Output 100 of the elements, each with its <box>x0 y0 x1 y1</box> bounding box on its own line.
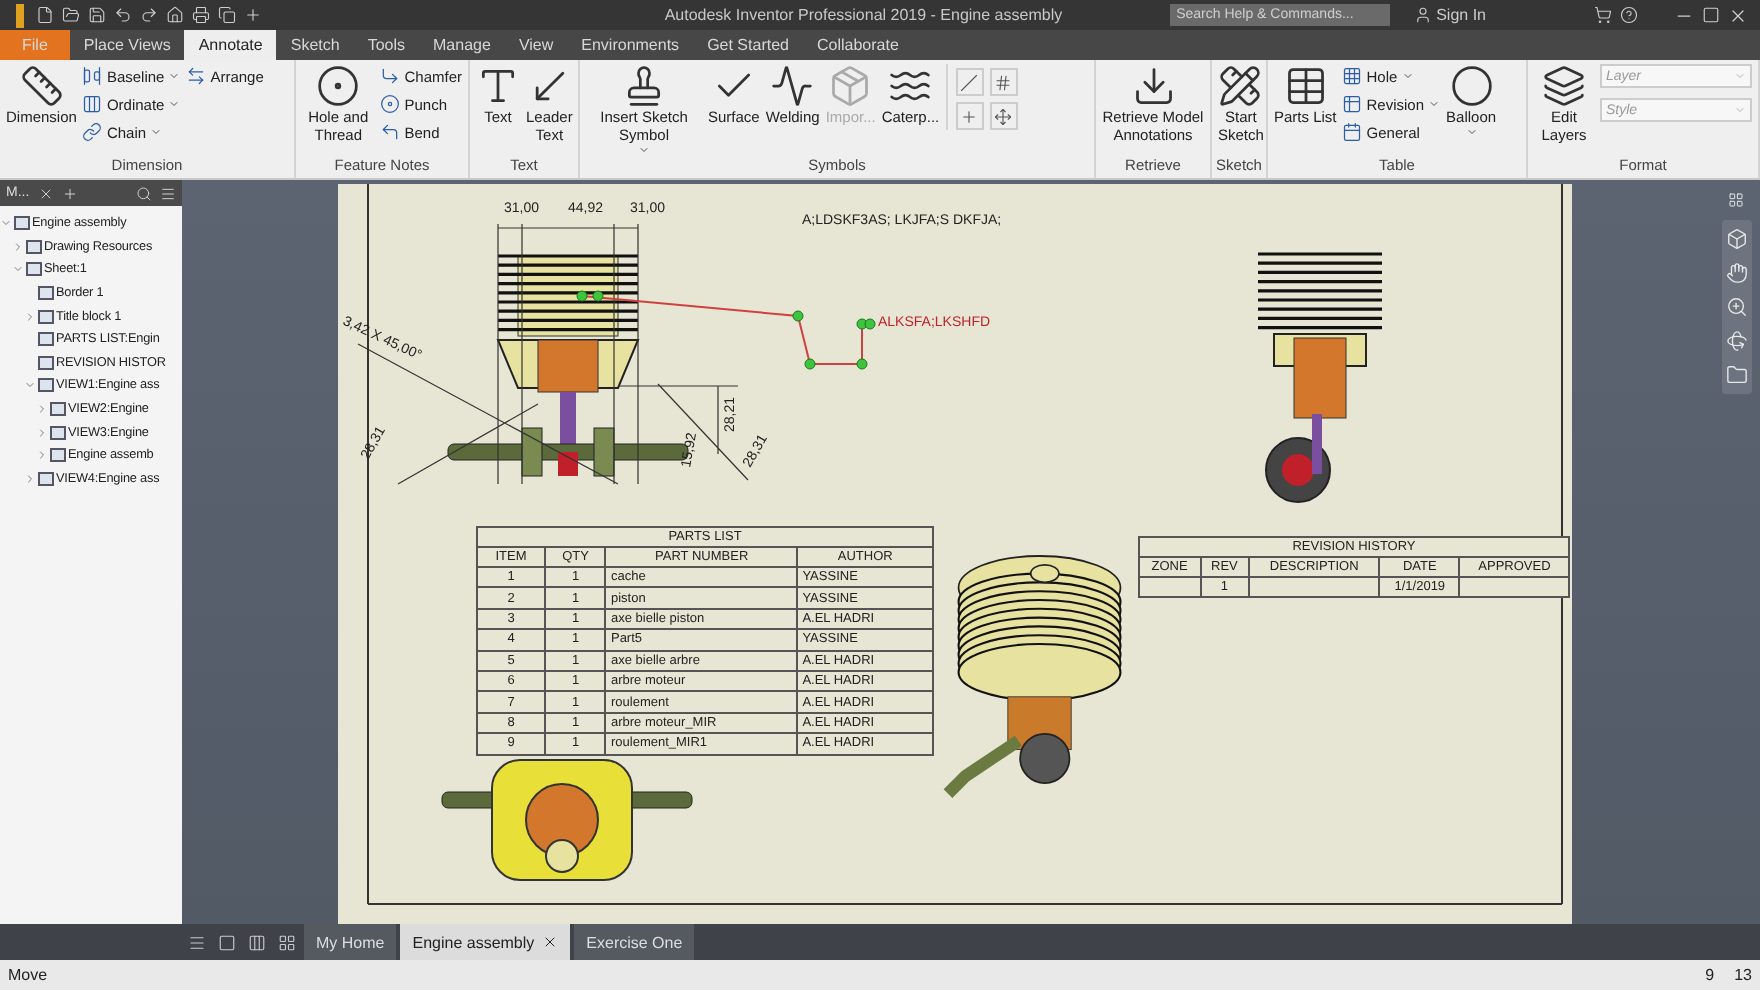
nav-button[interactable] <box>1725 364 1747 386</box>
node-icon <box>50 448 66 463</box>
toolbar-button[interactable] <box>218 6 236 24</box>
toolbar-button[interactable] <box>140 6 158 24</box>
node-icon <box>26 262 42 277</box>
add-button[interactable] <box>61 185 78 201</box>
save-icon <box>88 6 106 24</box>
grid-icon <box>1342 66 1363 86</box>
node-icon <box>38 309 54 324</box>
diagonal-line-icon <box>960 73 979 91</box>
close-button[interactable] <box>1728 5 1748 25</box>
pan-icon <box>1725 262 1747 284</box>
document-tab[interactable]: Exercise One <box>574 924 695 960</box>
toolbar-button[interactable] <box>1620 6 1638 24</box>
download-icon <box>1131 64 1175 108</box>
close-icon <box>1728 5 1748 25</box>
menu-icon <box>160 185 176 201</box>
ribbon-tab[interactable]: Tools <box>353 30 420 60</box>
status-count: 13 <box>1734 966 1752 984</box>
search-icon <box>136 185 152 201</box>
layout-icon <box>278 933 296 951</box>
ribbon-tab[interactable]: Collaborate <box>802 30 913 60</box>
document-tab[interactable]: My Home <box>304 924 397 960</box>
node-icon <box>38 378 54 393</box>
toolbar-button[interactable] <box>114 6 132 24</box>
toolbar-button[interactable] <box>166 6 184 24</box>
toolbar-button[interactable] <box>88 6 106 24</box>
caret-icon <box>1734 104 1746 116</box>
caret-icon <box>1465 126 1478 138</box>
chevron-right-icon <box>24 309 36 324</box>
chevron-down-icon <box>24 378 36 393</box>
user-icon <box>1414 6 1433 24</box>
status-count: 9 <box>1705 966 1715 984</box>
layers-icon <box>1542 64 1586 108</box>
corner-icon <box>380 122 401 142</box>
sign-in-button[interactable]: Sign In <box>1414 6 1486 24</box>
corner-icon <box>380 66 401 86</box>
disc-icon <box>380 94 401 114</box>
table-cell <box>1139 577 1201 598</box>
folder-icon <box>62 6 80 24</box>
window-title: Autodesk Inventor Professional 2019 - Engine assembly <box>664 6 1063 24</box>
caret-icon <box>1401 70 1414 82</box>
ribbon-icon-button[interactable] <box>989 68 1018 96</box>
pencil-icon <box>1218 64 1263 108</box>
ribbon-tab[interactable]: Environments <box>567 30 694 60</box>
table-icon <box>1342 94 1363 114</box>
layout-icon <box>218 933 236 951</box>
ribbon-tab[interactable]: Manage <box>419 30 505 60</box>
move-icon <box>994 107 1013 125</box>
ribbon-tab[interactable]: Place Views <box>69 30 185 60</box>
node-icon <box>50 425 66 440</box>
node-icon <box>14 216 30 231</box>
toolbar-button[interactable] <box>36 6 54 24</box>
nav-button[interactable] <box>1725 262 1747 284</box>
node-icon <box>38 355 54 370</box>
ribbon-icon-button[interactable] <box>989 102 1018 130</box>
print-icon <box>192 6 210 24</box>
folder-icon <box>1725 364 1747 386</box>
layout-icon <box>248 933 266 951</box>
nav-button[interactable] <box>1725 228 1747 250</box>
app-logo-icon <box>12 3 28 27</box>
caret-icon <box>638 144 650 156</box>
calendar-icon <box>1342 122 1363 142</box>
nav-button[interactable] <box>1725 296 1747 318</box>
caret-icon <box>1428 98 1441 110</box>
letter-icon <box>476 64 520 108</box>
chain-icon <box>82 122 103 142</box>
arrows-icon <box>186 66 207 86</box>
toolbar-button[interactable] <box>1594 6 1612 24</box>
caret-icon <box>168 70 181 82</box>
table-cell <box>1248 577 1380 598</box>
plus-icon <box>61 185 78 201</box>
search-button[interactable] <box>136 185 152 201</box>
redo-icon <box>140 6 158 24</box>
toolbar-button[interactable] <box>192 6 210 24</box>
ribbon-tab[interactable]: Annotate <box>184 30 277 60</box>
target-icon <box>316 64 361 108</box>
restore-icon <box>1702 6 1720 24</box>
menu-button[interactable] <box>160 185 176 201</box>
caret-icon <box>168 98 181 110</box>
restore-button[interactable] <box>1702 6 1720 24</box>
ribbon-tab[interactable]: View <box>504 30 568 60</box>
node-icon <box>38 286 54 301</box>
nav-button[interactable] <box>1725 330 1747 352</box>
ruler-icon <box>19 64 64 108</box>
chevron-down-icon <box>12 262 24 277</box>
document-tab[interactable]: Engine assembly <box>400 924 571 960</box>
toolbar-button[interactable] <box>244 6 262 24</box>
ribbon-tab[interactable]: Sketch <box>276 30 354 60</box>
close-icon <box>542 934 559 950</box>
zigzag-icon <box>770 64 815 108</box>
node-icon <box>38 471 54 486</box>
caret-icon <box>150 126 163 138</box>
ribbon-tab[interactable]: Get Started <box>693 30 803 60</box>
cross-icon <box>960 107 979 125</box>
spacing-icon <box>82 66 103 86</box>
close-button[interactable] <box>37 185 54 201</box>
toolbar-button[interactable] <box>62 6 80 24</box>
chevron-right-icon <box>12 239 24 254</box>
caret-icon <box>1734 70 1746 82</box>
